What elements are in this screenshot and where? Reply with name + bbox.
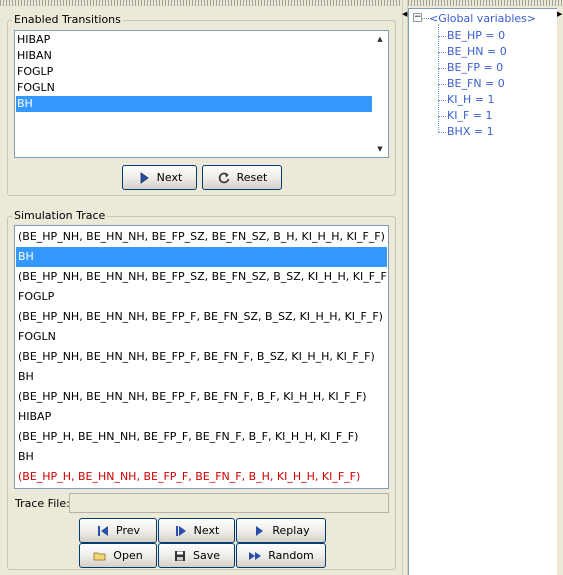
trace-row[interactable]: BH bbox=[16, 447, 387, 467]
tree-variable-item[interactable]: BE_FP = 0 bbox=[447, 61, 503, 75]
simulation-trace-title: Simulation Trace bbox=[12, 209, 108, 222]
trace-row-selected[interactable]: BH bbox=[16, 247, 387, 267]
trace-row[interactable]: (BE_HP_NH, BE_HN_NH, BE_FP_SZ, BE_FN_SZ,… bbox=[16, 227, 387, 247]
tree-variable-item[interactable]: BE_HP = 0 bbox=[447, 29, 505, 43]
reset-button[interactable]: Reset bbox=[202, 165, 282, 190]
reset-label: Reset bbox=[236, 171, 268, 184]
random-label: Random bbox=[268, 549, 314, 562]
tree-variable-item[interactable]: BE_FN = 0 bbox=[447, 77, 505, 91]
trace-row[interactable]: FOGLN bbox=[16, 327, 387, 347]
skip-forward-icon bbox=[174, 524, 188, 538]
next-transition-label: Next bbox=[156, 171, 183, 184]
trace-row[interactable]: (BE_HP_NH, BE_HN_NH, BE_FP_SZ, BE_FN_SZ,… bbox=[16, 267, 388, 287]
tree-connector bbox=[438, 84, 446, 85]
tree-variable-item[interactable]: KI_F = 1 bbox=[447, 109, 493, 123]
trace-row[interactable]: FOGLP bbox=[16, 287, 387, 307]
trace-file-field[interactable] bbox=[69, 493, 389, 513]
fast-forward-icon bbox=[248, 549, 262, 563]
tree-root-label[interactable]: <Global variables> bbox=[429, 12, 536, 26]
folder-icon bbox=[93, 549, 107, 563]
tree-connector bbox=[438, 52, 446, 53]
trace-row[interactable]: HIBAP bbox=[16, 407, 387, 427]
transition-item[interactable]: FOGLN bbox=[16, 80, 372, 96]
save-button[interactable]: Save bbox=[158, 543, 235, 568]
tree-variable-item[interactable]: KI_H = 1 bbox=[447, 93, 494, 107]
next-transition-button[interactable]: Next bbox=[122, 165, 197, 190]
tree-connector bbox=[438, 68, 446, 69]
top-border bbox=[0, 0, 563, 6]
tree-connector bbox=[422, 18, 429, 19]
tree-connector bbox=[438, 132, 446, 133]
replay-button[interactable]: Replay bbox=[236, 518, 326, 543]
floppy-disk-icon bbox=[173, 549, 187, 563]
transition-item[interactable]: HIBAP bbox=[16, 32, 372, 48]
trace-row[interactable]: BH bbox=[16, 367, 387, 387]
trace-file-label: Trace File: bbox=[15, 497, 70, 510]
scroll-up-icon[interactable]: ▲ bbox=[372, 31, 388, 47]
enabled-transitions-title: Enabled Transitions bbox=[12, 13, 123, 26]
scroll-down-icon[interactable]: ▼ bbox=[372, 141, 388, 157]
trace-row[interactable]: (BE_HP_NH, BE_HN_NH, BE_FP_F, BE_FN_F, B… bbox=[16, 347, 387, 367]
enabled-transitions-list[interactable]: HIBAP HIBAN FOGLP FOGLN BH ▲ ▼ bbox=[14, 30, 389, 158]
save-label: Save bbox=[192, 549, 220, 562]
replay-label: Replay bbox=[272, 524, 310, 537]
prev-label: Prev bbox=[116, 524, 140, 537]
step-next-label: Next bbox=[193, 524, 220, 537]
tree-variable-item[interactable]: BE_HN = 0 bbox=[447, 45, 507, 59]
splitter-arrow-right-icon[interactable]: ▶ bbox=[557, 10, 562, 18]
open-button[interactable]: Open bbox=[79, 543, 157, 568]
prev-button[interactable]: Prev bbox=[79, 518, 157, 543]
splitter-arrow-left-icon[interactable]: ◀ bbox=[402, 10, 407, 18]
tree-expander[interactable]: − bbox=[413, 13, 422, 22]
vertical-scrollbar[interactable]: ▲ ▼ bbox=[372, 31, 388, 157]
transition-item-selected[interactable]: BH bbox=[16, 96, 372, 112]
random-button[interactable]: Random bbox=[236, 543, 326, 568]
simulation-trace-list[interactable]: (BE_HP_NH, BE_HN_NH, BE_FP_SZ, BE_FN_SZ,… bbox=[14, 225, 389, 489]
trace-row[interactable]: (BE_HP_H, BE_HN_NH, BE_FP_F, BE_FN_F, B_… bbox=[16, 427, 387, 447]
skip-back-icon bbox=[96, 524, 110, 538]
trace-row[interactable]: (BE_HP_NH, BE_HN_NH, BE_FP_F, BE_FN_F, B… bbox=[16, 387, 387, 407]
tree-variable-item[interactable]: BHX = 1 bbox=[447, 125, 494, 139]
transition-item[interactable]: HIBAN bbox=[16, 48, 372, 64]
circular-arrow-icon bbox=[217, 171, 231, 185]
play-triangle-icon bbox=[137, 171, 151, 185]
tree-connector bbox=[438, 116, 446, 117]
tree-connector bbox=[438, 36, 446, 37]
step-next-button[interactable]: Next bbox=[158, 518, 235, 543]
tree-connector bbox=[438, 100, 446, 101]
play-icon bbox=[252, 524, 266, 538]
open-label: Open bbox=[113, 549, 143, 562]
global-variables-tree[interactable]: − <Global variables> BE_HP = 0 BE_HN = 0… bbox=[408, 8, 557, 575]
trace-row[interactable]: (BE_HP_NH, BE_HN_NH, BE_FP_F, BE_FN_SZ, … bbox=[16, 307, 387, 327]
trace-row-current[interactable]: (BE_HP_H, BE_HN_NH, BE_FP_F, BE_FN_F, B_… bbox=[16, 467, 387, 487]
transition-item[interactable]: FOGLP bbox=[16, 64, 372, 80]
